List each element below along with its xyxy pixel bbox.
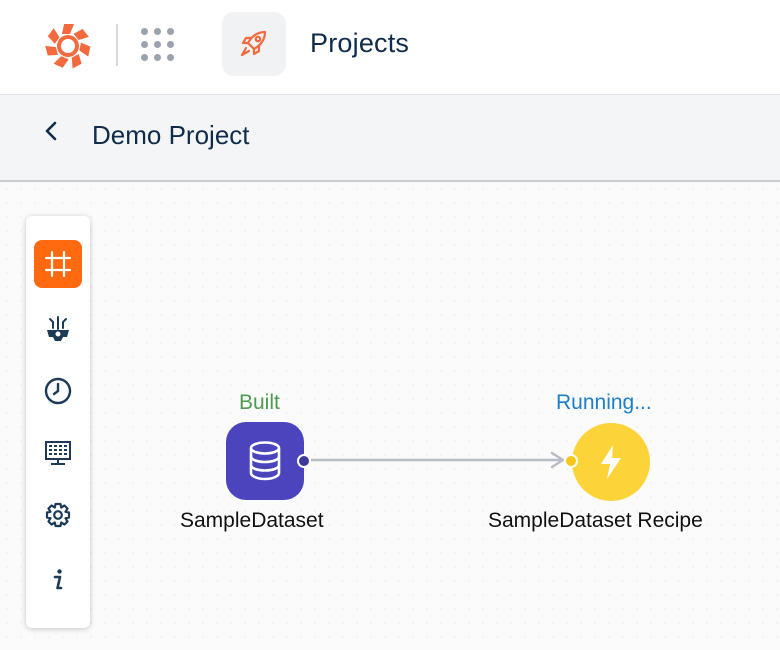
history-button[interactable] xyxy=(34,367,82,415)
lightning-icon xyxy=(601,445,621,479)
settings-icon xyxy=(45,502,71,528)
gear-plugin-icon xyxy=(47,316,69,341)
flow-edge xyxy=(304,451,565,469)
recipe-label: SampleDataset Recipe xyxy=(488,509,703,532)
canvas-view-button[interactable] xyxy=(34,240,82,288)
recipe-node[interactable] xyxy=(572,423,650,501)
dataset-status: Built xyxy=(239,391,280,414)
canvas-toolbar xyxy=(26,216,90,628)
recipe-status: Running... xyxy=(556,391,652,414)
dataset-node[interactable] xyxy=(226,422,304,500)
database-icon xyxy=(249,441,281,481)
dataset-output-port[interactable] xyxy=(297,454,311,468)
canvas-icon xyxy=(44,250,72,278)
info-button[interactable] xyxy=(34,556,82,604)
dataset-label: SampleDataset xyxy=(180,509,324,532)
plugin-button[interactable] xyxy=(34,305,82,353)
settings-button[interactable] xyxy=(34,491,82,539)
dashboard-button[interactable] xyxy=(34,429,82,477)
info-icon xyxy=(53,569,63,590)
clock-icon xyxy=(44,377,72,405)
recipe-input-port[interactable] xyxy=(564,454,578,468)
dashboard-icon xyxy=(45,441,71,465)
